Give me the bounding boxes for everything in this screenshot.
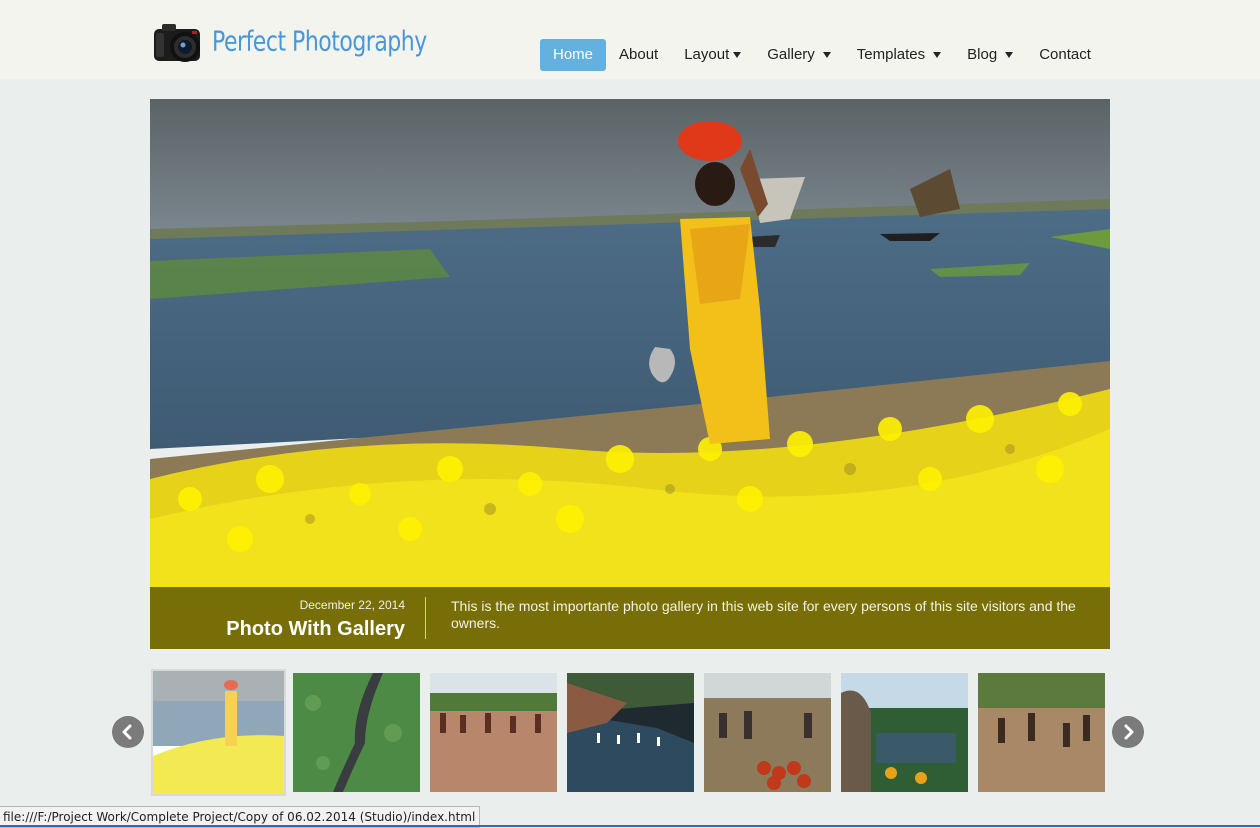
caret-down-icon: [733, 52, 742, 58]
nav-layout-label: Layout: [684, 46, 730, 63]
thumbnail-image: [430, 673, 557, 792]
nav-home-label: Home: [553, 46, 594, 63]
thumbnail-6[interactable]: [841, 673, 968, 792]
site-header: Perfect Photography Home About Layout Ga…: [0, 0, 1260, 79]
thumbnail-image: [567, 673, 694, 792]
caption-meta: December 22, 2014 Photo With Gallery: [150, 587, 405, 649]
prev-arrow-button[interactable]: [112, 716, 144, 748]
nav-layout[interactable]: Layout: [671, 39, 754, 71]
thumbnail-image: [153, 671, 284, 794]
slide-title[interactable]: Photo With Gallery: [226, 618, 405, 641]
next-arrow-button[interactable]: [1112, 716, 1144, 748]
thumbnail-image: [293, 673, 420, 792]
nav-home[interactable]: Home: [540, 39, 607, 71]
site-logo[interactable]: Perfect Photography: [152, 18, 427, 68]
nav-about-label: About: [619, 46, 659, 63]
thumbnail-3[interactable]: [430, 673, 557, 792]
thumbnail-1[interactable]: [151, 669, 286, 796]
hero-image: [150, 99, 1110, 649]
nav-contact[interactable]: Contact: [1026, 39, 1104, 71]
chevron-left-icon: [122, 724, 132, 740]
thumbnail-2[interactable]: [293, 673, 420, 792]
slide-date: December 22, 2014: [299, 598, 405, 612]
thumbnail-image: [841, 673, 968, 792]
main-nav: Home About Layout Gallery Templates Blog…: [540, 39, 1104, 71]
chevron-right-icon: [1124, 724, 1134, 740]
thumbnail-5[interactable]: [704, 673, 831, 792]
thumbnail-image: [978, 673, 1105, 792]
camera-icon: [154, 24, 200, 62]
thumbnail-image: [704, 673, 831, 792]
nav-templates[interactable]: Templates: [844, 39, 954, 71]
brand-name: Perfect Photography: [212, 26, 427, 58]
thumbnail-strip: [150, 668, 1110, 798]
caret-down-icon: [1005, 52, 1014, 58]
nav-gallery[interactable]: Gallery: [754, 39, 844, 71]
thumbnail-7[interactable]: [978, 673, 1105, 792]
nav-templates-label: Templates: [856, 46, 926, 63]
nav-contact-label: Contact: [1039, 46, 1091, 63]
caret-down-icon: [933, 52, 942, 58]
hero-slider[interactable]: December 22, 2014 Photo With Gallery Thi…: [150, 99, 1110, 649]
nav-blog[interactable]: Blog: [954, 39, 1026, 71]
nav-gallery-label: Gallery: [767, 46, 815, 63]
caption-divider: [425, 597, 426, 639]
nav-blog-label: Blog: [967, 46, 998, 63]
thumbnail-4[interactable]: [567, 673, 694, 792]
caret-down-icon: [822, 52, 831, 58]
slide-caption: December 22, 2014 Photo With Gallery Thi…: [150, 587, 1110, 649]
nav-about[interactable]: About: [606, 39, 671, 71]
slide-description: This is the most importante photo galler…: [451, 598, 1076, 631]
